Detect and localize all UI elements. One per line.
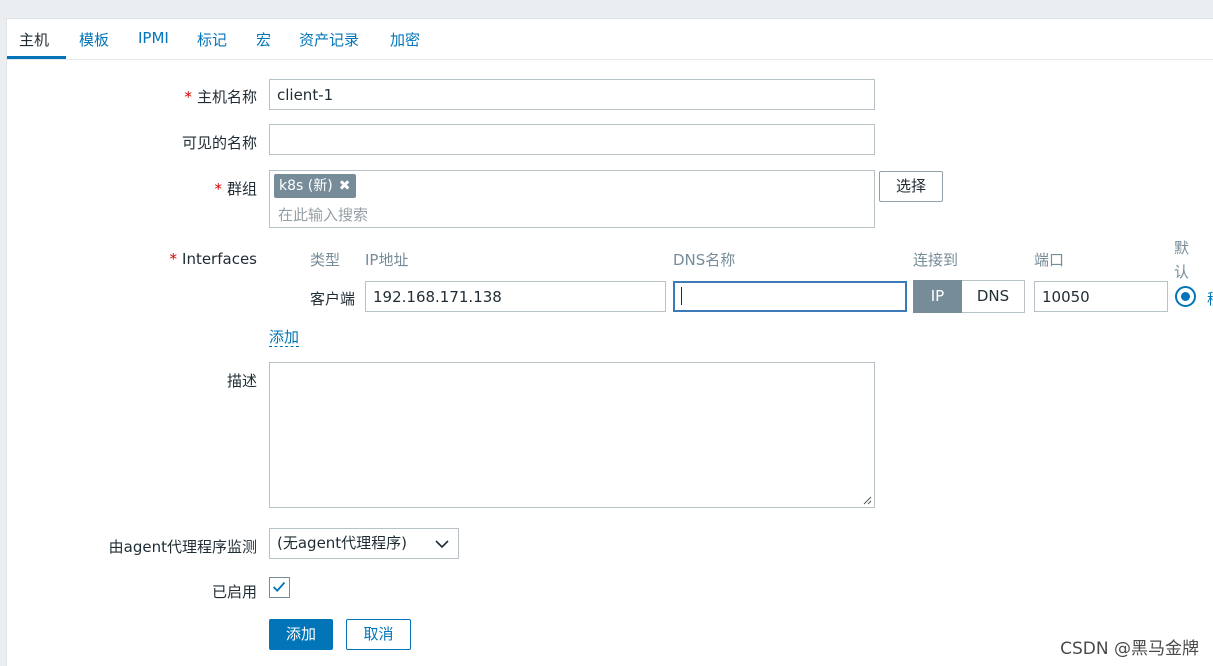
description-label: 描述 xyxy=(226,372,257,390)
visible-name-label: 可见的名称 xyxy=(181,134,257,152)
col-default-line2: 认 xyxy=(1174,263,1190,281)
col-default-line1: 默 xyxy=(1174,239,1190,257)
add-interface-link[interactable]: 添加 xyxy=(269,329,300,347)
groups-label: * 群组 xyxy=(214,180,257,198)
visible-name-input[interactable] xyxy=(269,124,875,155)
host-form-panel: 主机 模板 IPMI 标记 宏 资产记录 加密 xyxy=(6,18,1213,666)
col-dns: DNS名称 xyxy=(673,251,736,269)
col-ip: IP地址 xyxy=(365,251,409,269)
proxy-label: 由agent代理程序监测 xyxy=(108,538,257,556)
interface-dns-input[interactable] xyxy=(673,281,907,312)
chevron-down-icon xyxy=(435,540,449,549)
add-button[interactable]: 添加 xyxy=(269,619,333,650)
connect-dns-toggle[interactable]: DNS xyxy=(962,280,1025,313)
tab-bar: 主机 模板 IPMI 标记 宏 资产记录 加密 xyxy=(7,19,1213,60)
interface-ip-input[interactable] xyxy=(365,281,666,312)
interface-type: 客户端 xyxy=(310,290,356,308)
active-tab-indicator xyxy=(7,56,66,59)
cancel-button[interactable]: 取消 xyxy=(346,619,411,650)
enabled-checkbox[interactable] xyxy=(269,577,290,598)
checkmark-icon xyxy=(272,581,286,592)
tab-templates[interactable]: 模板 xyxy=(79,29,109,50)
col-port: 端口 xyxy=(1034,251,1065,269)
proxy-select[interactable]: (无agent代理程序) xyxy=(269,528,459,559)
interfaces-label: * Interfaces xyxy=(169,250,257,268)
groups-multiselect[interactable]: k8s (新) ✖ 在此输入搜索 xyxy=(269,170,875,228)
description-textarea[interactable] xyxy=(269,362,875,508)
tab-ipmi[interactable]: IPMI xyxy=(138,29,169,47)
select-groups-button[interactable]: 选择 xyxy=(879,171,943,202)
interface-port-input[interactable] xyxy=(1034,281,1168,312)
remove-chip-icon[interactable]: ✖ xyxy=(339,178,351,194)
watermark: CSDN @黑马金牌 xyxy=(1060,639,1199,659)
tab-tags[interactable]: 标记 xyxy=(197,29,227,50)
group-chip: k8s (新) ✖ xyxy=(274,174,357,198)
col-connect-to: 连接到 xyxy=(913,251,959,269)
resize-grip-icon[interactable] xyxy=(862,495,872,505)
tab-macros[interactable]: 宏 xyxy=(256,29,271,50)
tab-inventory[interactable]: 资产记录 xyxy=(299,29,359,50)
col-type: 类型 xyxy=(310,251,341,269)
groups-search-placeholder[interactable]: 在此输入搜索 xyxy=(278,204,368,225)
proxy-select-value: (无agent代理程序) xyxy=(277,534,408,552)
remove-interface-link[interactable]: 移 xyxy=(1207,288,1213,309)
default-interface-radio[interactable] xyxy=(1175,286,1196,307)
tab-encryption[interactable]: 加密 xyxy=(390,29,420,50)
text-cursor xyxy=(681,287,682,305)
enabled-label: 已启用 xyxy=(211,583,257,601)
connect-ip-toggle[interactable]: IP xyxy=(913,280,962,313)
tab-host[interactable]: 主机 xyxy=(19,29,49,50)
host-name-input[interactable] xyxy=(269,79,875,110)
host-name-label: * 主机名称 xyxy=(184,88,257,106)
